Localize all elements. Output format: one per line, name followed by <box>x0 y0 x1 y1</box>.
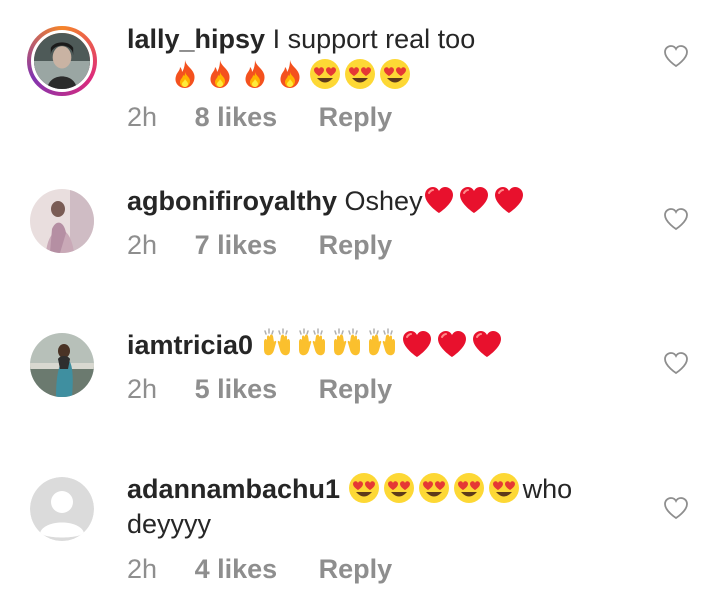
avatar-photo <box>30 189 94 253</box>
comment-text: adannambachu1 who deyyyy <box>127 472 637 542</box>
comment-username[interactable]: adannambachu1 <box>127 474 340 504</box>
fire-emoji <box>274 58 306 90</box>
heart-eyes-emoji <box>379 58 411 90</box>
avatar[interactable] <box>27 26 97 96</box>
avatar[interactable] <box>30 477 94 541</box>
fire-emoji <box>204 58 236 90</box>
comment-time: 2h <box>127 230 158 260</box>
red-heart-emoji <box>436 328 468 360</box>
heart-eyes-emoji <box>453 472 485 504</box>
comment-username[interactable]: iamtricia0 <box>127 330 253 360</box>
comment-time: 2h <box>127 102 158 132</box>
heart-eyes-emoji <box>488 472 520 504</box>
red-heart-emoji <box>401 328 433 360</box>
raising-hands-emoji <box>261 328 293 360</box>
raising-hands-emoji <box>331 328 363 360</box>
red-heart-emoji <box>423 184 455 216</box>
fire-emoji <box>169 58 201 90</box>
avatar[interactable] <box>30 189 94 253</box>
comment-meta: 2h 4 likes Reply <box>127 552 392 586</box>
comment-time: 2h <box>127 554 158 584</box>
red-heart-emoji <box>493 184 525 216</box>
default-avatar-icon <box>30 477 94 541</box>
likes-count[interactable]: 7 likes <box>195 228 278 262</box>
comment-username[interactable]: agbonifiroyalthy <box>127 186 337 216</box>
emoji-row <box>169 58 414 90</box>
heart-eyes-emoji <box>309 58 341 90</box>
reply-button[interactable]: Reply <box>319 372 393 406</box>
like-heart-icon[interactable] <box>663 351 689 375</box>
heart-eyes-emoji <box>418 472 450 504</box>
red-heart-emoji <box>471 328 503 360</box>
raising-hands-emoji <box>296 328 328 360</box>
like-heart-icon[interactable] <box>663 207 689 231</box>
avatar-photo <box>30 333 94 397</box>
comment-time: 2h <box>127 374 158 404</box>
like-heart-icon[interactable] <box>663 496 689 520</box>
comment-text: agbonifiroyalthy Oshey <box>127 184 637 219</box>
heart-eyes-emoji <box>383 472 415 504</box>
comment-body: I support real too <box>272 24 476 54</box>
heart-eyes-emoji <box>344 58 376 90</box>
comment-meta: 2h 8 likes Reply <box>127 100 392 134</box>
comment-meta: 2h 5 likes Reply <box>127 372 392 406</box>
reply-button[interactable]: Reply <box>319 100 393 134</box>
comment-body: Oshey <box>344 186 423 216</box>
likes-count[interactable]: 4 likes <box>195 552 278 586</box>
fire-emoji <box>239 58 271 90</box>
reply-button[interactable]: Reply <box>319 228 393 262</box>
avatar[interactable] <box>30 333 94 397</box>
like-heart-icon[interactable] <box>663 44 689 68</box>
reply-button[interactable]: Reply <box>319 552 393 586</box>
avatar-photo <box>34 33 90 89</box>
raising-hands-emoji <box>366 328 398 360</box>
likes-count[interactable]: 5 likes <box>195 372 278 406</box>
comment-text: iamtricia0 <box>127 328 637 363</box>
red-heart-emoji <box>458 184 490 216</box>
comment-meta: 2h 7 likes Reply <box>127 228 392 262</box>
comment-username[interactable]: lally_hipsy <box>127 24 265 54</box>
heart-eyes-emoji <box>348 472 380 504</box>
likes-count[interactable]: 8 likes <box>195 100 278 134</box>
